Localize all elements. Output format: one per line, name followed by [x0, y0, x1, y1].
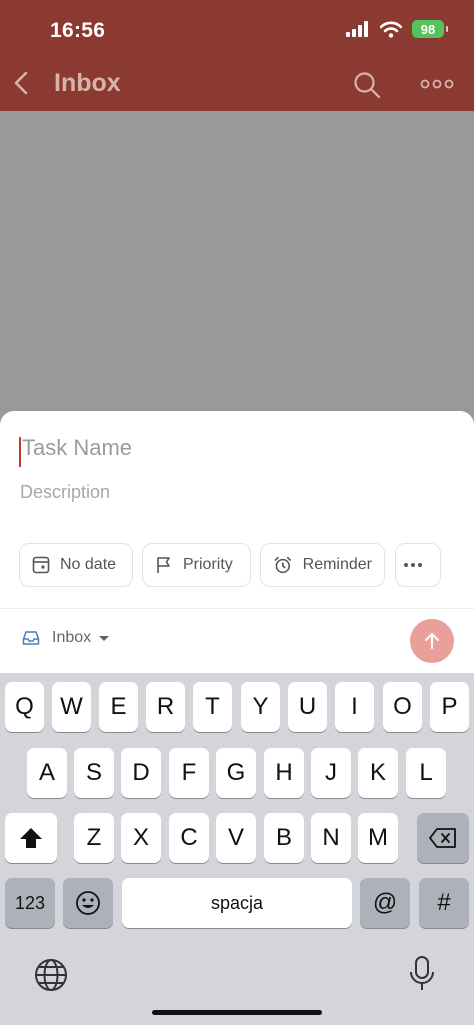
- emoji-icon: [76, 891, 100, 915]
- key-q[interactable]: Q: [5, 682, 44, 732]
- key-h[interactable]: H: [264, 748, 304, 798]
- dropdown-caret-icon: [99, 635, 110, 641]
- key-g[interactable]: G: [216, 748, 256, 798]
- key-e[interactable]: E: [99, 682, 138, 732]
- backspace-icon: [429, 828, 456, 848]
- key-s[interactable]: S: [74, 748, 114, 798]
- key-y[interactable]: Y: [241, 682, 280, 732]
- hash-key[interactable]: #: [419, 878, 469, 928]
- numbers-key[interactable]: 123: [5, 878, 55, 928]
- globe-icon[interactable]: [34, 958, 68, 992]
- battery-indicator: 98: [412, 20, 448, 38]
- priority-label: Priority: [183, 556, 233, 573]
- no-date-button[interactable]: No date: [19, 543, 133, 587]
- reminder-button[interactable]: Reminder: [260, 543, 385, 587]
- alarm-clock-icon: [274, 556, 291, 574]
- onscreen-keyboard: Q W E R T Y U I O P A S D F G H J K L Z …: [0, 673, 474, 1025]
- key-o[interactable]: O: [383, 682, 422, 732]
- home-indicator: [152, 1010, 322, 1015]
- page-title: Inbox: [54, 69, 121, 97]
- key-j[interactable]: J: [311, 748, 351, 798]
- calendar-icon: [32, 556, 50, 574]
- add-task-sheet: Task Name Description No date Priority R…: [0, 411, 474, 673]
- project-label: Inbox: [52, 629, 92, 646]
- key-u[interactable]: U: [288, 682, 327, 732]
- task-name-input[interactable]: Task Name: [22, 435, 132, 461]
- key-k[interactable]: K: [358, 748, 398, 798]
- project-selector[interactable]: Inbox: [22, 629, 110, 647]
- key-l[interactable]: L: [406, 748, 446, 798]
- nav-bar: Inbox: [0, 58, 474, 108]
- app-header: 16:56 98 Inbox: [0, 0, 474, 111]
- key-f[interactable]: F: [169, 748, 209, 798]
- key-p[interactable]: P: [430, 682, 469, 732]
- microphone-icon[interactable]: [408, 956, 436, 992]
- key-x[interactable]: X: [121, 813, 161, 863]
- text-cursor: [19, 437, 21, 467]
- submit-task-button[interactable]: [410, 619, 454, 663]
- wifi-icon: [380, 21, 402, 38]
- key-r[interactable]: R: [146, 682, 185, 732]
- priority-button[interactable]: Priority: [142, 543, 251, 587]
- dimmed-overlay[interactable]: [0, 111, 474, 411]
- more-actions-button[interactable]: [395, 543, 441, 587]
- arrow-up-icon: [425, 633, 439, 649]
- more-options-icon[interactable]: [420, 72, 454, 96]
- key-c[interactable]: C: [169, 813, 209, 863]
- signal-icon: [346, 21, 368, 37]
- shift-key[interactable]: [5, 813, 57, 863]
- status-icons: 98: [346, 20, 448, 38]
- flag-icon: [157, 557, 170, 573]
- key-t[interactable]: T: [193, 682, 232, 732]
- shift-arrow-icon: [20, 828, 42, 848]
- key-w[interactable]: W: [52, 682, 91, 732]
- inbox-tray-icon: [22, 631, 40, 645]
- space-key[interactable]: spacja: [122, 878, 352, 928]
- key-v[interactable]: V: [216, 813, 256, 863]
- description-input[interactable]: Description: [20, 482, 110, 503]
- at-key[interactable]: @: [360, 878, 410, 928]
- key-n[interactable]: N: [311, 813, 351, 863]
- key-d[interactable]: D: [121, 748, 161, 798]
- ellipsis-icon: [404, 563, 422, 567]
- search-icon[interactable]: [352, 70, 382, 100]
- back-chevron-icon[interactable]: [10, 68, 34, 98]
- no-date-label: No date: [60, 556, 117, 573]
- status-time: 16:56: [50, 19, 106, 42]
- battery-level: 98: [420, 21, 436, 37]
- key-z[interactable]: Z: [74, 813, 114, 863]
- key-b[interactable]: B: [264, 813, 304, 863]
- backspace-key[interactable]: [417, 813, 469, 863]
- emoji-key[interactable]: [63, 878, 113, 928]
- reminder-label: Reminder: [302, 556, 372, 573]
- key-i[interactable]: I: [335, 682, 374, 732]
- key-a[interactable]: A: [27, 748, 67, 798]
- sheet-divider: [0, 608, 474, 609]
- key-m[interactable]: M: [358, 813, 398, 863]
